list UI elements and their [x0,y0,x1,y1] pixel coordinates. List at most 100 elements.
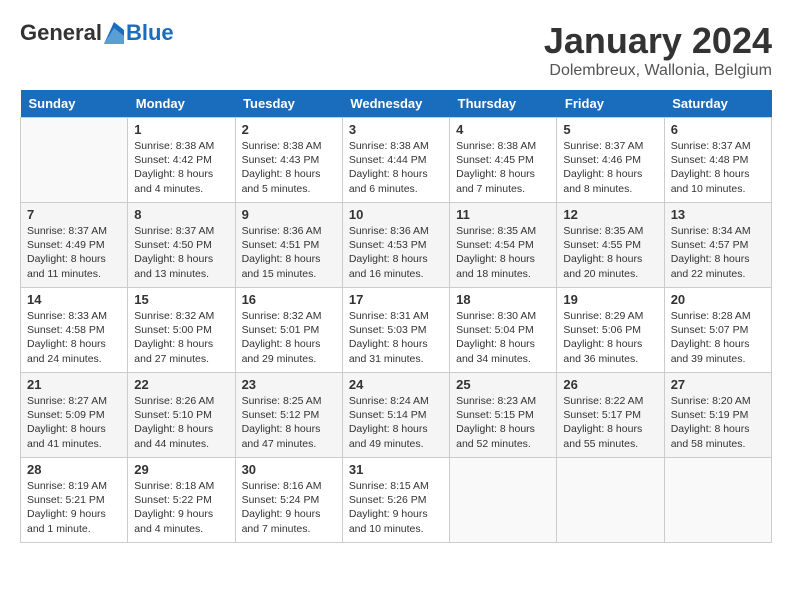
day-info: Sunrise: 8:15 AMSunset: 5:26 PMDaylight:… [349,479,443,536]
day-number: 25 [456,377,550,392]
table-row: 13 Sunrise: 8:34 AMSunset: 4:57 PMDayligh… [664,203,771,288]
col-monday: Monday [128,90,235,118]
day-info: Sunrise: 8:28 AMSunset: 5:07 PMDaylight:… [671,309,765,366]
week-row-3: 14Sunrise: 8:33 AMSunset: 4:58 PMDayligh… [21,288,772,373]
day-info: Sunrise: 8:38 AMSunset: 4:43 PMDaylight:… [242,139,336,196]
day-number: 16 [242,292,336,307]
day-number: 10 [349,207,443,222]
day-info: Sunrise: 8:38 AMSunset: 4:44 PMDaylight:… [349,139,443,196]
header-row: Sunday Monday Tuesday Wednesday Thursday… [21,90,772,118]
day-info: Sunrise: 8:23 AMSunset: 5:15 PMDaylight:… [456,394,550,451]
day-info: Sunrise: 8:16 AMSunset: 5:24 PMDaylight:… [242,479,336,536]
day-number: 9 [242,207,336,222]
day-number: 6 [671,122,765,137]
table-row: 28 Sunrise: 8:19 AMSunset: 5:21 PMDayligh… [21,458,128,543]
table-row: 17 Sunrise: 8:31 AMSunset: 5:03 PMDayligh… [342,288,449,373]
table-row: 24 Sunrise: 8:24 AMSunset: 5:14 PMDayligh… [342,373,449,458]
day-number: 21 [27,377,121,392]
day-number: 7 [27,207,121,222]
day-number: 30 [242,462,336,477]
location: Dolembreux, Wallonia, Belgium [544,62,772,80]
table-row: 25 Sunrise: 8:23 AMSunset: 5:15 PMDayligh… [450,373,557,458]
day-info: Sunrise: 8:37 AMSunset: 4:48 PMDaylight:… [671,139,765,196]
table-row: 8Sunrise: 8:37 AMSunset: 4:50 PMDaylight… [128,203,235,288]
day-info: Sunrise: 8:36 AMSunset: 4:53 PMDaylight:… [349,224,443,281]
day-number: 2 [242,122,336,137]
table-row: 20Sunrise: 8:28 AMSunset: 5:07 PMDayligh… [664,288,771,373]
day-info: Sunrise: 8:25 AMSunset: 5:12 PMDaylight:… [242,394,336,451]
day-info: Sunrise: 8:34 AMSunset: 4:57 PMDaylight:… [671,224,765,281]
day-number: 28 [27,462,121,477]
day-number: 18 [456,292,550,307]
table-row: 6 Sunrise: 8:37 AMSunset: 4:48 PMDaylight… [664,118,771,203]
day-number: 12 [563,207,657,222]
logo-blue: Blue [126,20,174,46]
day-info: Sunrise: 8:38 AMSunset: 4:42 PMDaylight:… [134,139,228,196]
day-info: Sunrise: 8:19 AMSunset: 5:21 PMDaylight:… [27,479,121,536]
day-info: Sunrise: 8:20 AMSunset: 5:19 PMDaylight:… [671,394,765,451]
table-row: 29Sunrise: 8:18 AMSunset: 5:22 PMDayligh… [128,458,235,543]
day-info: Sunrise: 8:32 AMSunset: 5:00 PMDaylight:… [134,309,228,366]
col-sunday: Sunday [21,90,128,118]
table-row: 31 Sunrise: 8:15 AMSunset: 5:26 PMDayligh… [342,458,449,543]
day-number: 13 [671,207,765,222]
day-number: 23 [242,377,336,392]
header: General Blue January 2024 Dolembreux, Wa… [20,20,772,80]
logo: General Blue [20,20,174,46]
day-number: 27 [671,377,765,392]
col-saturday: Saturday [664,90,771,118]
day-info: Sunrise: 8:32 AMSunset: 5:01 PMDaylight:… [242,309,336,366]
table-row: 19 Sunrise: 8:29 AMSunset: 5:06 PMDayligh… [557,288,664,373]
table-row: 27 Sunrise: 8:20 AMSunset: 5:19 PMDayligh… [664,373,771,458]
day-info: Sunrise: 8:37 AMSunset: 4:46 PMDaylight:… [563,139,657,196]
table-row: 26 Sunrise: 8:22 AMSunset: 5:17 PMDayligh… [557,373,664,458]
week-row-2: 7 Sunrise: 8:37 AMSunset: 4:49 PMDaylight… [21,203,772,288]
day-info: Sunrise: 8:24 AMSunset: 5:14 PMDaylight:… [349,394,443,451]
day-number: 4 [456,122,550,137]
table-row: 4 Sunrise: 8:38 AMSunset: 4:45 PMDaylight… [450,118,557,203]
table-row: 18Sunrise: 8:30 AMSunset: 5:04 PMDayligh… [450,288,557,373]
day-info: Sunrise: 8:37 AMSunset: 4:49 PMDaylight:… [27,224,121,281]
title-block: January 2024 Dolembreux, Wallonia, Belgi… [544,20,772,80]
table-row: 30 Sunrise: 8:16 AMSunset: 5:24 PMDayligh… [235,458,342,543]
table-row: 9 Sunrise: 8:36 AMSunset: 4:51 PMDaylight… [235,203,342,288]
table-row: 23 Sunrise: 8:25 AMSunset: 5:12 PMDayligh… [235,373,342,458]
day-info: Sunrise: 8:37 AMSunset: 4:50 PMDaylight:… [134,224,228,281]
day-info: Sunrise: 8:27 AMSunset: 5:09 PMDaylight:… [27,394,121,451]
table-row: 12Sunrise: 8:35 AMSunset: 4:55 PMDayligh… [557,203,664,288]
table-row: 5 Sunrise: 8:37 AMSunset: 4:46 PMDaylight… [557,118,664,203]
day-number: 26 [563,377,657,392]
day-info: Sunrise: 8:26 AMSunset: 5:10 PMDaylight:… [134,394,228,451]
day-info: Sunrise: 8:38 AMSunset: 4:45 PMDaylight:… [456,139,550,196]
day-info: Sunrise: 8:35 AMSunset: 4:54 PMDaylight:… [456,224,550,281]
page: General Blue January 2024 Dolembreux, Wa… [0,0,792,553]
table-row: 3Sunrise: 8:38 AMSunset: 4:44 PMDaylight… [342,118,449,203]
col-friday: Friday [557,90,664,118]
day-info: Sunrise: 8:36 AMSunset: 4:51 PMDaylight:… [242,224,336,281]
table-row: 14Sunrise: 8:33 AMSunset: 4:58 PMDayligh… [21,288,128,373]
calendar-table: Sunday Monday Tuesday Wednesday Thursday… [20,90,772,543]
day-info: Sunrise: 8:31 AMSunset: 5:03 PMDaylight:… [349,309,443,366]
col-wednesday: Wednesday [342,90,449,118]
day-number: 19 [563,292,657,307]
table-row [450,458,557,543]
day-info: Sunrise: 8:33 AMSunset: 4:58 PMDaylight:… [27,309,121,366]
day-number: 24 [349,377,443,392]
day-number: 11 [456,207,550,222]
table-row [664,458,771,543]
table-row: 22Sunrise: 8:26 AMSunset: 5:10 PMDayligh… [128,373,235,458]
table-row [557,458,664,543]
day-info: Sunrise: 8:29 AMSunset: 5:06 PMDaylight:… [563,309,657,366]
day-number: 17 [349,292,443,307]
day-number: 1 [134,122,228,137]
day-number: 5 [563,122,657,137]
day-number: 31 [349,462,443,477]
table-row: 21 Sunrise: 8:27 AMSunset: 5:09 PMDayligh… [21,373,128,458]
table-row: 16 Sunrise: 8:32 AMSunset: 5:01 PMDayligh… [235,288,342,373]
table-row: 11 Sunrise: 8:35 AMSunset: 4:54 PMDayligh… [450,203,557,288]
table-row: 10 Sunrise: 8:36 AMSunset: 4:53 PMDayligh… [342,203,449,288]
week-row-1: 1 Sunrise: 8:38 AMSunset: 4:42 PMDaylight… [21,118,772,203]
table-row: 2 Sunrise: 8:38 AMSunset: 4:43 PMDaylight… [235,118,342,203]
day-number: 15 [134,292,228,307]
day-info: Sunrise: 8:22 AMSunset: 5:17 PMDaylight:… [563,394,657,451]
